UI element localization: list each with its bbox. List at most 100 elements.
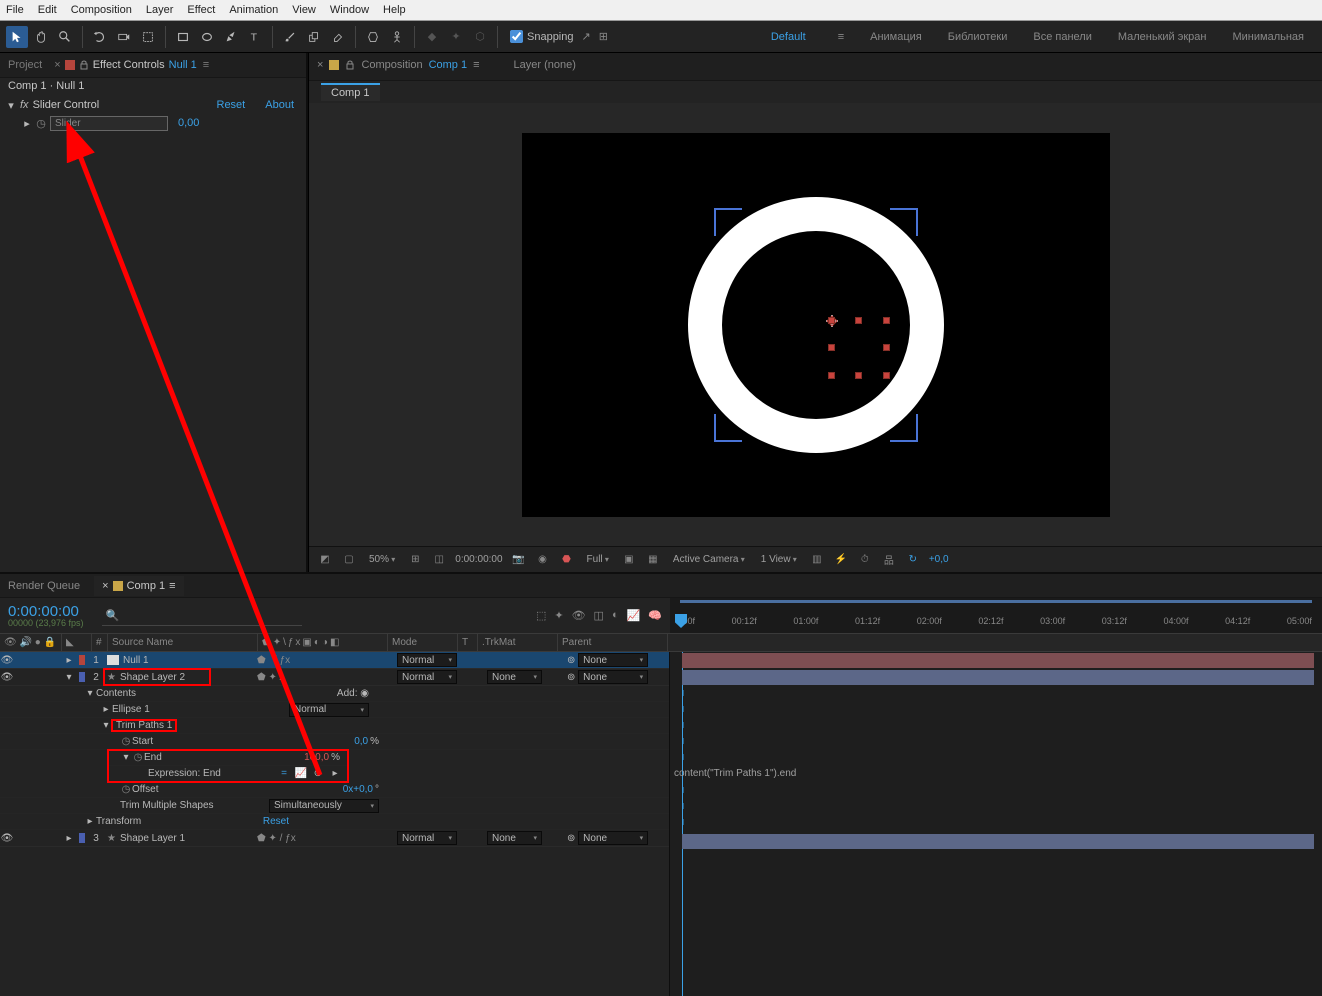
show-snapshot-icon[interactable]: ◉ <box>535 552 551 568</box>
twirl-icon[interactable]: ▸ <box>22 117 32 130</box>
eye-toggle[interactable]: 👁 <box>0 669 14 685</box>
mode-dropdown[interactable]: Normal <box>397 653 457 667</box>
fx-slider-prop-row[interactable]: ▸ ◷ Slider 0,00 <box>0 114 306 132</box>
close-tab-icon[interactable]: × <box>317 59 323 71</box>
menu-layer[interactable]: Layer <box>146 4 174 16</box>
ws-default[interactable]: Default <box>771 31 806 43</box>
stopwatch-icon[interactable]: ◷ <box>120 784 132 795</box>
twirl-icon[interactable]: ▾ <box>6 99 16 112</box>
screen-icon[interactable]: ▢ <box>341 552 357 568</box>
twirl-icon[interactable]: ▸ <box>62 830 76 846</box>
layer-bar-shape2[interactable] <box>682 670 1314 685</box>
ellipse-tool[interactable] <box>196 26 218 48</box>
mode-dropdown[interactable]: Normal <box>397 831 457 845</box>
brain-icon[interactable]: 🧠 <box>648 609 662 622</box>
col-source-name[interactable]: Source Name <box>108 634 258 651</box>
search-input[interactable] <box>123 608 297 623</box>
layer-name[interactable]: Null 1 <box>123 655 149 666</box>
twirl-icon[interactable]: ▸ <box>62 652 76 668</box>
close-tab-icon[interactable]: × <box>102 580 108 592</box>
slider-prop-name[interactable]: Slider <box>50 116 168 131</box>
quality-icon[interactable]: ◩ <box>317 552 333 568</box>
layer-color-chip[interactable] <box>79 672 85 682</box>
eye-toggle[interactable]: 👁 <box>0 652 14 668</box>
composition-canvas[interactable] <box>522 133 1110 517</box>
camera-dropdown[interactable]: Active Camera <box>669 553 749 566</box>
end-value[interactable]: 100,0 <box>304 752 329 763</box>
mask-icon[interactable]: ◫ <box>431 552 447 568</box>
close-tab-icon[interactable]: × <box>54 59 60 71</box>
zoom-tool[interactable] <box>54 26 76 48</box>
layer-name[interactable]: Shape Layer 1 <box>120 833 185 844</box>
layer-color-chip[interactable] <box>79 833 85 843</box>
prop-transform[interactable]: ▸ Transform Reset <box>0 814 669 830</box>
snapshot-icon[interactable]: 📷 <box>511 552 527 568</box>
start-value[interactable]: 0,0 <box>354 736 368 747</box>
expression-text[interactable]: content("Trim Paths 1").end <box>674 768 796 779</box>
fx-reset-link[interactable]: Reset <box>217 99 246 111</box>
ws-animation[interactable]: Анимация <box>870 31 922 43</box>
menu-effect[interactable]: Effect <box>187 4 215 16</box>
snapping-opts-icon[interactable]: ↗ <box>582 30 591 43</box>
hand-tool[interactable] <box>30 26 52 48</box>
prop-end[interactable]: ▾ ◷ End 100,0% <box>108 750 348 766</box>
pen-tool[interactable] <box>220 26 242 48</box>
brush-tool[interactable] <box>279 26 301 48</box>
parent-dropdown[interactable]: None <box>578 653 648 667</box>
menu-window[interactable]: Window <box>330 4 369 16</box>
layer-row-shape1[interactable]: 👁 ▸ 3 ★Shape Layer 1 ⬟ ✦ / ƒx Normal Non… <box>0 830 669 847</box>
col-mode[interactable]: Mode <box>388 634 458 651</box>
transparency-icon[interactable]: ▦ <box>645 552 661 568</box>
draft-3d-icon[interactable]: ✦ <box>554 609 563 622</box>
resolution-dropdown[interactable]: Full <box>583 553 613 566</box>
layer-bar-shape1[interactable] <box>682 834 1314 849</box>
panel-menu-icon[interactable]: ≡ <box>169 580 175 592</box>
fx-about-link[interactable]: About <box>265 99 294 111</box>
menu-view[interactable]: View <box>292 4 316 16</box>
menu-animation[interactable]: Animation <box>229 4 278 16</box>
zoom-dropdown[interactable]: 50% <box>365 553 399 566</box>
col-t[interactable]: T <box>458 634 478 651</box>
frame-blend-icon[interactable]: ◫ <box>594 609 604 622</box>
tab-timeline-comp[interactable]: × Comp 1 ≡ <box>94 576 183 596</box>
camera-tool[interactable] <box>113 26 135 48</box>
viewer-canvas-area[interactable] <box>309 103 1322 546</box>
viewer-tab-comp[interactable]: × Composition Comp 1 ≡ <box>317 56 480 74</box>
time-ruler[interactable]: :00f 00:12f 01:00f 01:12f 02:00f 02:12f … <box>670 598 1322 634</box>
orbit-tool[interactable] <box>89 26 111 48</box>
blend-mode-dropdown[interactable]: Normal <box>289 703 369 717</box>
pixel-aspect-icon[interactable]: ▥ <box>809 552 825 568</box>
eye-col-icon[interactable]: 👁 <box>4 637 17 648</box>
layer-row-shape2[interactable]: 👁 ▾ 2 ★Shape Layer 2 ⬟ ✦ / Normal None ⊚… <box>0 669 669 686</box>
layer-color-chip[interactable] <box>79 655 85 665</box>
motion-blur-icon[interactable]: ◐ <box>612 609 619 622</box>
mode-dropdown[interactable]: Normal <box>397 670 457 684</box>
text-tool[interactable]: T <box>244 26 266 48</box>
snapping-grid-icon[interactable]: ⊞ <box>599 30 608 43</box>
lock-icon[interactable] <box>345 60 355 70</box>
hide-shy-icon[interactable]: 👁 <box>572 609 586 622</box>
slider-value[interactable]: 0,00 <box>178 117 199 129</box>
trkmat-dropdown[interactable]: None <box>487 670 542 684</box>
menu-help[interactable]: Help <box>383 4 406 16</box>
puppet-tool[interactable] <box>386 26 408 48</box>
col-trkmat[interactable]: .TrkMat <box>478 634 558 651</box>
speaker-col-icon[interactable]: 🔊 <box>19 637 31 648</box>
timeline-icon[interactable]: ⏱ <box>857 552 873 568</box>
pickwhip-icon[interactable]: ⊚ <box>567 672 575 683</box>
menu-composition[interactable]: Composition <box>71 4 132 16</box>
unknown-tool-2[interactable]: ✦ <box>445 26 467 48</box>
expression-graph-icon[interactable]: 📈 <box>294 767 308 781</box>
offset-value[interactable]: 0x+0,0 <box>343 784 373 795</box>
add-menu-icon[interactable]: ◉ <box>360 688 369 699</box>
lock-col-icon[interactable]: 🔒 <box>44 637 56 648</box>
prop-trim-paths[interactable]: ▾ Trim Paths 1 <box>0 718 669 734</box>
ws-minimal[interactable]: Минимальная <box>1232 31 1304 43</box>
ws-default-menu[interactable]: ≡ <box>838 31 844 43</box>
clone-tool[interactable] <box>303 26 325 48</box>
pickwhip-icon[interactable]: ⊚ <box>567 833 575 844</box>
col-num[interactable]: # <box>92 634 108 651</box>
rect-tool[interactable] <box>172 26 194 48</box>
snapping-toggle[interactable]: Snapping ↗ ⊞ <box>510 30 608 43</box>
prop-trim-multiple[interactable]: Trim Multiple Shapes Simultaneously <box>0 798 669 814</box>
